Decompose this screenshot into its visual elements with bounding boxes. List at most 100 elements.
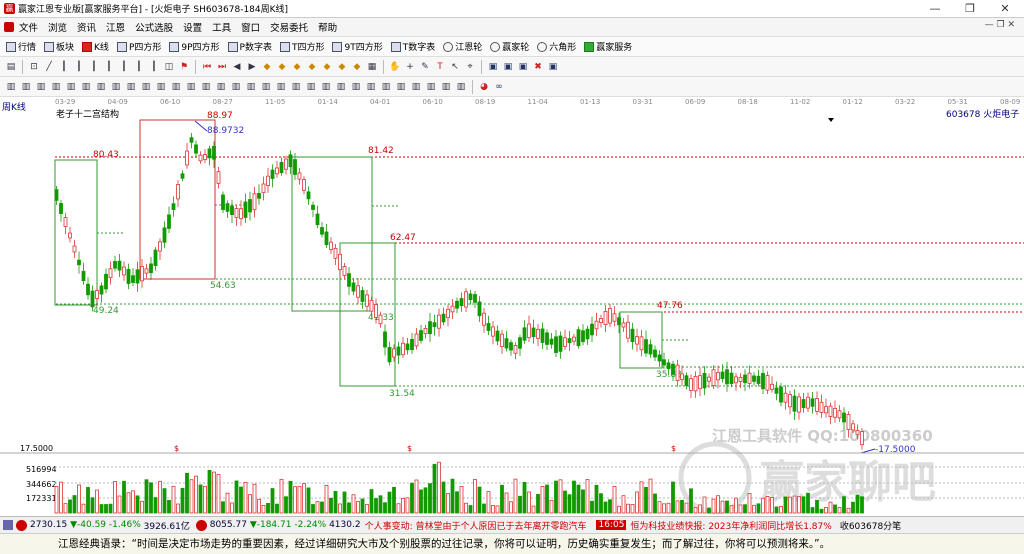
- p-square-button[interactable]: P四方形: [116, 40, 161, 53]
- period-select-icon[interactable]: ▤: [4, 60, 18, 74]
- chart-tool-icon-26[interactable]: ▥: [379, 80, 393, 94]
- minimize-button[interactable]: —: [920, 0, 950, 18]
- diamond-icon-2[interactable]: ◆: [275, 60, 289, 74]
- 9p-square-button[interactable]: 9P四方形: [169, 40, 220, 53]
- menu-formula[interactable]: 公式选股: [130, 20, 178, 34]
- chart-tool-icon-30[interactable]: ▥: [439, 80, 453, 94]
- draw-line-icon[interactable]: ╱: [42, 60, 56, 74]
- chart-tool-icon-12[interactable]: ▥: [169, 80, 183, 94]
- chart-tool-icon-25[interactable]: ▥: [364, 80, 378, 94]
- hexagon-button[interactable]: 六角形: [537, 40, 576, 53]
- bars-icon[interactable]: ┃: [57, 60, 71, 74]
- chart-tool-icon-19[interactable]: ▥: [274, 80, 288, 94]
- chart-tool-icon-17[interactable]: ▥: [244, 80, 258, 94]
- chart-tool-icon-23[interactable]: ▥: [334, 80, 348, 94]
- first-page-icon[interactable]: ⏮: [200, 60, 214, 74]
- chart-tool-icon-28[interactable]: ▥: [409, 80, 423, 94]
- chart-tool-icon-9[interactable]: ▥: [124, 80, 138, 94]
- diamond-icon[interactable]: ◆: [260, 60, 274, 74]
- hand-icon[interactable]: ✋: [388, 60, 402, 74]
- grid-icon[interactable]: ▦: [365, 60, 379, 74]
- calendar-icon[interactable]: ▣: [486, 60, 500, 74]
- fit-icon[interactable]: ⊡: [27, 60, 41, 74]
- diamond-icon-6[interactable]: ◆: [335, 60, 349, 74]
- diamond-icon-7[interactable]: ◆: [350, 60, 364, 74]
- chart-tool-icon-3[interactable]: ▥: [34, 80, 48, 94]
- next-icon[interactable]: ▶: [245, 60, 259, 74]
- diamond-icon-5[interactable]: ◆: [320, 60, 334, 74]
- bars-icon-2[interactable]: ┃: [72, 60, 86, 74]
- news-ticker-2[interactable]: 恒为科技业绩快报: 2023年净利润同比增长1.87%: [630, 519, 831, 532]
- bars-icon-4[interactable]: ┃: [102, 60, 116, 74]
- diamond-icon-3[interactable]: ◆: [290, 60, 304, 74]
- prev-icon[interactable]: ◀: [230, 60, 244, 74]
- app-menu-icon[interactable]: [4, 22, 14, 32]
- infinity-icon[interactable]: ∞: [492, 80, 506, 94]
- bars-icon-3[interactable]: ┃: [87, 60, 101, 74]
- pen-icon[interactable]: ✎: [418, 60, 432, 74]
- print-icon[interactable]: ▣: [516, 60, 530, 74]
- save-icon[interactable]: ▣: [501, 60, 515, 74]
- t-square-button[interactable]: T四方形: [279, 40, 324, 53]
- menu-file[interactable]: 文件: [14, 20, 43, 34]
- mdi-controls[interactable]: — ❐ ✕: [980, 20, 1020, 30]
- chart-tool-icon-10[interactable]: ▥: [139, 80, 153, 94]
- gann-wheel-button[interactable]: 江恩轮: [443, 40, 482, 53]
- winner-wheel-button[interactable]: 赢家轮: [490, 40, 529, 53]
- t-number-button[interactable]: T数字表: [390, 40, 435, 53]
- chart-tool-icon-11[interactable]: ▥: [154, 80, 168, 94]
- menu-tools[interactable]: 工具: [207, 20, 236, 34]
- cursor-icon[interactable]: ↖: [448, 60, 462, 74]
- diamond-icon-4[interactable]: ◆: [305, 60, 319, 74]
- menu-news[interactable]: 资讯: [72, 20, 101, 34]
- menu-help[interactable]: 帮助: [313, 20, 342, 34]
- chart-tool-icon[interactable]: ▥: [4, 80, 18, 94]
- chart-tool-icon-22[interactable]: ▥: [319, 80, 333, 94]
- p-number-button[interactable]: P数字表: [227, 40, 272, 53]
- menu-trade[interactable]: 交易委托: [265, 20, 313, 34]
- stock-icon[interactable]: ◫: [162, 60, 176, 74]
- grid-status-icon[interactable]: [3, 520, 13, 530]
- chart-tool-icon-8[interactable]: ▥: [109, 80, 123, 94]
- sectors-button[interactable]: 板块: [44, 40, 74, 53]
- chart-tool-icon-16[interactable]: ▥: [229, 80, 243, 94]
- chart-tool-icon-20[interactable]: ▥: [289, 80, 303, 94]
- close-button[interactable]: ✕: [990, 0, 1020, 18]
- chart-tool-icon-24[interactable]: ▥: [349, 80, 363, 94]
- chart-tool-icon-15[interactable]: ▥: [214, 80, 228, 94]
- chart-tool-icon-4[interactable]: ▥: [49, 80, 63, 94]
- chart-tool-icon-29[interactable]: ▥: [424, 80, 438, 94]
- chart-tool-icon-21[interactable]: ▥: [304, 80, 318, 94]
- quotes-button[interactable]: 行情: [6, 40, 36, 53]
- chart-tool-icon-27[interactable]: ▥: [394, 80, 408, 94]
- 9t-square-button[interactable]: 9T四方形: [332, 40, 383, 53]
- news-ticker-1[interactable]: 个人事变动: 曾林堂由于个人原因已于去年离开零跑汽车: [365, 519, 587, 532]
- last-page-icon[interactable]: ⏭: [215, 60, 229, 74]
- chart-tool-icon-18[interactable]: ▥: [259, 80, 273, 94]
- bars-icon-5[interactable]: ┃: [117, 60, 131, 74]
- pie-chart-icon[interactable]: ◕: [477, 80, 491, 94]
- text-tool-icon[interactable]: T: [433, 60, 447, 74]
- chart-tool-icon-2[interactable]: ▥: [19, 80, 33, 94]
- delete-icon[interactable]: ✖: [531, 60, 545, 74]
- menu-settings[interactable]: 设置: [178, 20, 207, 34]
- trade-status[interactable]: 收603678分笔: [840, 519, 901, 532]
- kline-button[interactable]: K线: [82, 40, 109, 53]
- bars-icon-6[interactable]: ┃: [132, 60, 146, 74]
- restore-button[interactable]: ❐: [955, 0, 985, 18]
- ruler-icon[interactable]: ⌖: [463, 60, 477, 74]
- bars-icon-7[interactable]: ┃: [147, 60, 161, 74]
- menu-gann[interactable]: 江恩: [101, 20, 130, 34]
- chart-tool-icon-31[interactable]: ▥: [454, 80, 468, 94]
- export-icon[interactable]: ▣: [546, 60, 560, 74]
- service-button[interactable]: 赢家服务: [584, 40, 632, 53]
- kline-chart[interactable]: 03-29 04-09 06-10 08-27 11-05 01-14 04-01 06-10…: [0, 97, 1024, 517]
- menu-browse[interactable]: 浏览: [43, 20, 72, 34]
- chart-tool-icon-14[interactable]: ▥: [199, 80, 213, 94]
- flag-icon[interactable]: ⚑: [177, 60, 191, 74]
- chart-tool-icon-7[interactable]: ▥: [94, 80, 108, 94]
- chart-tool-icon-6[interactable]: ▥: [79, 80, 93, 94]
- crosshair-icon[interactable]: +: [403, 60, 417, 74]
- menu-window[interactable]: 窗口: [236, 20, 265, 34]
- chart-tool-icon-13[interactable]: ▥: [184, 80, 198, 94]
